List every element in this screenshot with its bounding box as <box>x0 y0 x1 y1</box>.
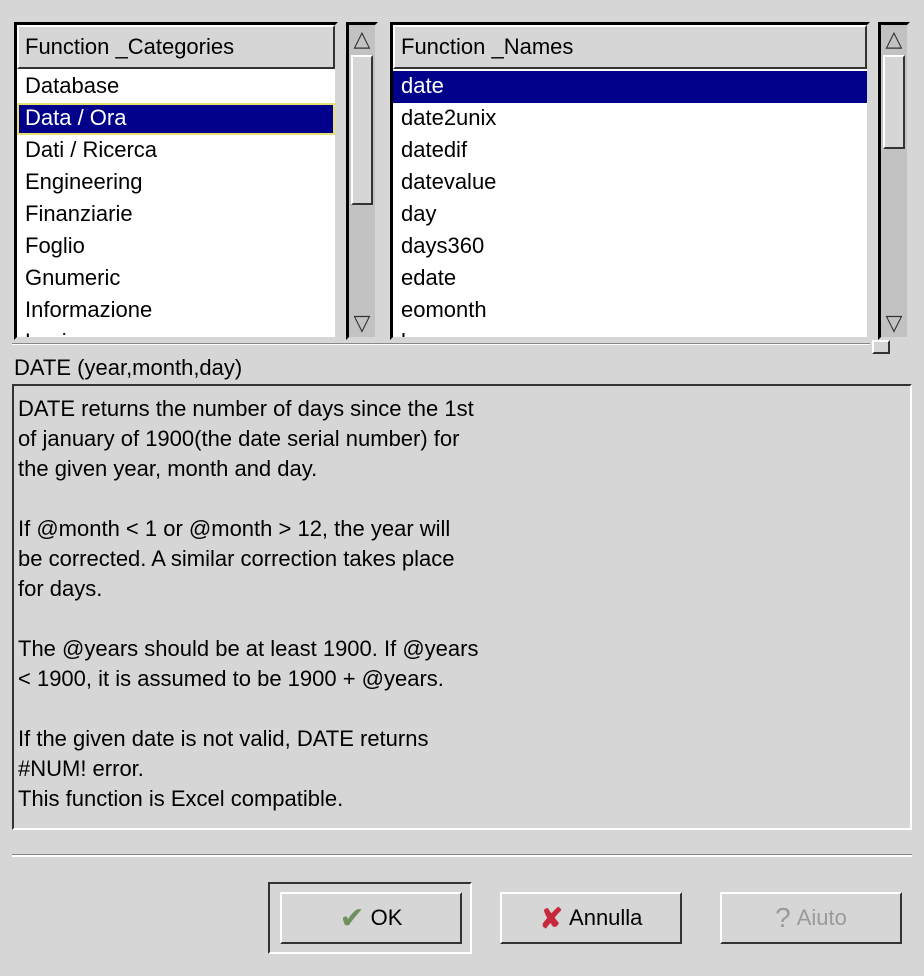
list-item[interactable]: Dati / Ricerca <box>17 135 335 167</box>
list-item[interactable]: date2unix <box>393 103 867 135</box>
list-item[interactable]: Gnumeric <box>17 263 335 295</box>
pane-resize-handle[interactable] <box>872 340 890 354</box>
scroll-down-icon[interactable]: ▽ <box>351 309 373 337</box>
list-item[interactable]: Finanziarie <box>17 199 335 231</box>
cancel-label: Annulla <box>569 905 643 930</box>
ok-check-icon: ✔ <box>339 901 365 935</box>
list-item[interactable]: hour <box>393 327 867 337</box>
list-item[interactable]: Logica <box>17 327 335 337</box>
cancel-x-icon: ✘ <box>539 902 564 934</box>
scroll-up-icon[interactable]: △ <box>883 25 905 53</box>
names-scrollbar[interactable]: △ ▽ <box>878 22 910 340</box>
list-item[interactable]: datevalue <box>393 167 867 199</box>
list-item[interactable]: Data / Ora <box>17 103 335 135</box>
list-item[interactable]: eomonth <box>393 295 867 327</box>
categories-header[interactable]: Function _Categories <box>17 25 335 69</box>
function-signature: DATE (year,month,day) <box>14 355 243 380</box>
list-item[interactable]: edate <box>393 263 867 295</box>
ok-label: OK <box>370 905 403 930</box>
help-button[interactable]: ? Aiuto <box>720 892 902 944</box>
list-item[interactable]: days360 <box>393 231 867 263</box>
separator <box>12 854 912 857</box>
list-item[interactable]: Foglio <box>17 231 335 263</box>
list-item[interactable]: Informazione <box>17 295 335 327</box>
help-label: Aiuto <box>796 905 847 930</box>
scroll-up-icon[interactable]: △ <box>351 25 373 53</box>
list-item[interactable]: Database <box>17 71 335 103</box>
list-item[interactable]: day <box>393 199 867 231</box>
separator <box>12 343 870 345</box>
list-item[interactable]: Engineering <box>17 167 335 199</box>
scroll-thumb[interactable] <box>351 55 373 205</box>
help-question-icon: ? <box>775 902 791 933</box>
categories-list[interactable]: Function _Categories Database Data / Ora D… <box>14 22 338 340</box>
ok-button[interactable]: ✔ OK <box>280 892 462 944</box>
names-header[interactable]: Function _Names <box>393 25 867 69</box>
list-item[interactable]: date <box>393 71 867 103</box>
list-item[interactable]: datedif <box>393 135 867 167</box>
function-description: DATE returns the number of days since th… <box>12 384 912 830</box>
categories-scrollbar[interactable]: △ ▽ <box>346 22 378 340</box>
names-list[interactable]: Function _Names date date2unix datedif date… <box>390 22 870 340</box>
cancel-button[interactable]: ✘ Annulla <box>500 892 682 944</box>
scroll-down-icon[interactable]: ▽ <box>883 309 905 337</box>
scroll-thumb[interactable] <box>883 55 905 149</box>
